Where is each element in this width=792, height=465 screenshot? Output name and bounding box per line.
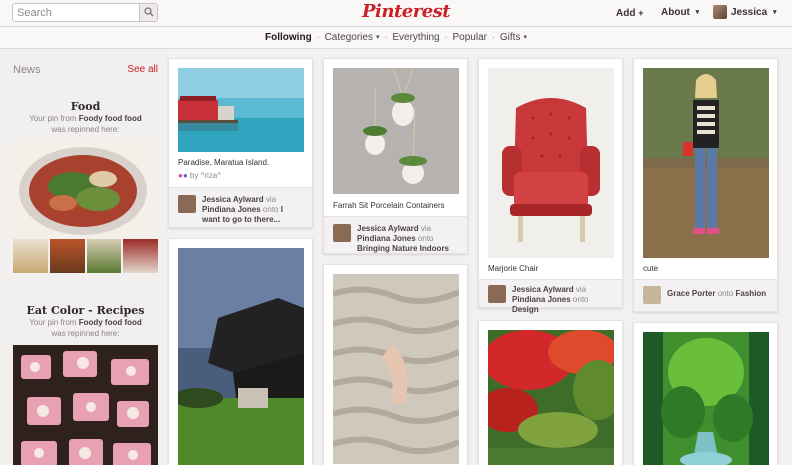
pin-attribution: Jessica Aylward via Pindiana Jones onto … bbox=[324, 216, 467, 253]
news-item-title: Eat Color - Recipes bbox=[26, 304, 145, 317]
pinner-avatar[interactable] bbox=[488, 285, 506, 303]
nav-everything[interactable]: Everything bbox=[392, 27, 439, 49]
thumbnail[interactable] bbox=[86, 239, 122, 273]
news-item-text: Your pin from Foody food food bbox=[29, 318, 142, 327]
search-icon bbox=[144, 7, 154, 17]
about-label: About bbox=[661, 7, 690, 18]
user-menu-button[interactable]: Jessica ▾ bbox=[731, 0, 776, 26]
chevron-down-icon: ▾ bbox=[375, 34, 380, 41]
nav-categories[interactable]: Categories ▾ bbox=[325, 27, 380, 49]
news-item[interactable]: Eat Color - Recipes Your pin from Foody … bbox=[13, 304, 158, 465]
recipe-image[interactable] bbox=[13, 345, 158, 465]
search-button[interactable] bbox=[139, 4, 157, 21]
knit-blanket-photo bbox=[333, 274, 459, 464]
plus-icon: + bbox=[638, 8, 644, 18]
salad-plate-image bbox=[19, 147, 147, 235]
top-bar: Pinterest Add + About ▾ Jessica ▾ bbox=[0, 0, 792, 27]
nav-gifts[interactable]: Gifts ▾ bbox=[500, 27, 527, 49]
news-item-subtext: was repinned here: bbox=[51, 125, 120, 134]
pin-card[interactable]: cute Grace Porter onto Fashion bbox=[633, 58, 778, 312]
pin-image[interactable] bbox=[488, 330, 614, 465]
autumn-garden-photo bbox=[488, 330, 614, 465]
chevron-down-icon: ▾ bbox=[695, 9, 700, 16]
news-item-title: Food bbox=[70, 100, 101, 113]
pinner-avatar[interactable] bbox=[178, 195, 196, 213]
attribution-text: Jessica Aylward via Pindiana Jones onto … bbox=[512, 285, 589, 314]
pinner-name[interactable]: Jessica Aylward bbox=[357, 224, 419, 233]
pin-image[interactable] bbox=[488, 68, 614, 258]
pin-image[interactable] bbox=[333, 68, 459, 194]
pin-card[interactable] bbox=[168, 238, 313, 465]
user-avatar[interactable] bbox=[713, 5, 727, 19]
thumbnail-row bbox=[13, 239, 158, 273]
hanging-planters-photo bbox=[333, 68, 459, 194]
pinner-avatar[interactable] bbox=[643, 286, 661, 304]
pin-attribution: Jessica Aylward via Pindiana Jones onto … bbox=[169, 187, 312, 227]
island-photo bbox=[178, 68, 304, 152]
see-all-link[interactable]: See all bbox=[127, 64, 158, 75]
attribution-text: Jessica Aylward via Pindiana Jones onto … bbox=[357, 224, 449, 253]
pin-image[interactable] bbox=[643, 68, 769, 258]
news-header: News See all bbox=[13, 64, 158, 76]
attribution-text: Jessica Aylward via Pindiana Jones onto … bbox=[202, 195, 283, 224]
pin-image[interactable] bbox=[178, 68, 304, 152]
pinterest-logo[interactable]: Pinterest bbox=[362, 0, 451, 24]
news-item-text: Your pin from Foody food food bbox=[29, 114, 142, 123]
pinner-name[interactable]: Jessica Aylward bbox=[512, 285, 574, 294]
pin-card[interactable] bbox=[323, 264, 468, 465]
search-input[interactable] bbox=[13, 4, 141, 21]
pin-image[interactable] bbox=[333, 274, 459, 464]
pin-card[interactable]: Farrah Sit Porcelain Containers Jessica … bbox=[323, 58, 468, 254]
forest-waterfall-photo bbox=[643, 332, 769, 465]
news-title: News bbox=[13, 64, 41, 76]
chevron-down-icon: ▾ bbox=[523, 34, 527, 41]
pin-description: Marjorie Chair bbox=[488, 264, 539, 273]
add-label: Add bbox=[616, 8, 636, 19]
pinner-name[interactable]: Jessica Aylward bbox=[202, 195, 264, 204]
pin-description: cute bbox=[643, 264, 659, 273]
nav-following[interactable]: Following bbox=[265, 27, 312, 49]
thumbnail[interactable] bbox=[123, 239, 158, 273]
pin-card[interactable] bbox=[633, 322, 778, 465]
pin-description: Farrah Sit Porcelain Containers bbox=[333, 201, 445, 210]
nav-popular[interactable]: Popular bbox=[453, 27, 487, 49]
news-item[interactable]: Food Your pin from Foody food food was r… bbox=[13, 100, 158, 273]
about-menu-button[interactable]: About ▾ bbox=[661, 0, 699, 26]
board-name[interactable]: Design bbox=[512, 305, 539, 314]
chevron-down-icon: ▾ bbox=[772, 9, 777, 16]
pin-card[interactable] bbox=[478, 320, 623, 465]
fashion-photo bbox=[643, 68, 769, 258]
pin-card[interactable]: Paradise, Maratua Island. ●● by ^riza^ J… bbox=[168, 58, 313, 228]
food-image[interactable] bbox=[13, 141, 158, 237]
news-item-subtext: was repinned here: bbox=[51, 329, 120, 338]
architecture-photo bbox=[178, 248, 304, 465]
pink-tart-image bbox=[13, 345, 158, 465]
via-user[interactable]: Pindiana Jones bbox=[202, 205, 261, 214]
red-chair-photo bbox=[488, 68, 614, 258]
search-box bbox=[12, 3, 158, 22]
pinner-avatar[interactable] bbox=[333, 224, 351, 242]
pinner-name[interactable]: Grace Porter bbox=[667, 289, 715, 298]
pin-description: Paradise, Maratua Island. bbox=[178, 158, 270, 167]
thumbnail[interactable] bbox=[49, 239, 85, 273]
attribution-text: Grace Porter onto Fashion bbox=[667, 289, 767, 298]
category-nav: Following · Categories ▾ · Everything · P… bbox=[0, 27, 792, 49]
pin-image[interactable] bbox=[178, 248, 304, 465]
thumbnail[interactable] bbox=[13, 239, 48, 273]
pin-source: ●● by ^riza^ bbox=[178, 171, 221, 180]
via-user[interactable]: Pindiana Jones bbox=[357, 234, 416, 243]
pin-attribution: Grace Porter onto Fashion bbox=[634, 279, 777, 311]
news-sidebar: News See all Food Your pin from Foody fo… bbox=[0, 50, 168, 465]
via-user[interactable]: Pindiana Jones bbox=[512, 295, 571, 304]
pin-attribution: Jessica Aylward via Pindiana Jones onto … bbox=[479, 279, 622, 314]
add-menu-button[interactable]: Add + bbox=[616, 0, 644, 26]
board-name[interactable]: Bringing Nature Indoors bbox=[357, 244, 449, 253]
pin-image[interactable] bbox=[643, 332, 769, 465]
pin-card[interactable]: Marjorie Chair Jessica Aylward via Pindi… bbox=[478, 58, 623, 314]
user-name: Jessica bbox=[731, 7, 768, 18]
board-name[interactable]: Fashion bbox=[736, 289, 767, 298]
